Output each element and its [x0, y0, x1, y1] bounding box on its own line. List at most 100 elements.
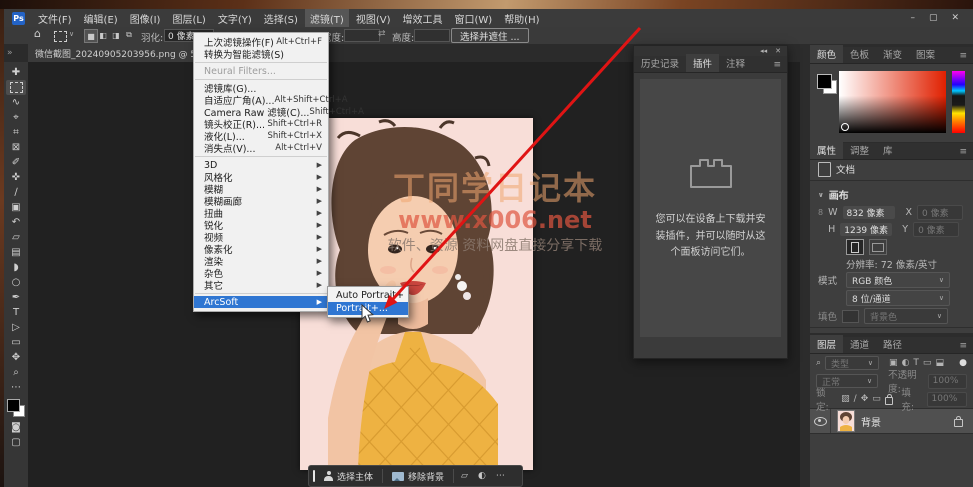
layer-fill-value[interactable]: 100%	[927, 392, 967, 407]
swap-dimensions-icon[interactable]: ⇄	[378, 29, 386, 39]
foreground-color-swatch[interactable]	[7, 399, 20, 412]
shape-tool[interactable]: ▭	[6, 335, 26, 350]
tab-plugins[interactable]: 插件	[686, 54, 719, 72]
selection-add-icon[interactable]: ◧	[97, 29, 109, 41]
marquee-chevron-icon[interactable]: ∨	[69, 30, 74, 38]
zoom-tool[interactable]: ⌕	[6, 365, 26, 380]
tab-notes[interactable]: 注释	[719, 54, 752, 72]
menu-filter[interactable]: 滤镜(T)	[305, 9, 349, 28]
foreground-color-swatch[interactable]	[817, 74, 832, 89]
healing-brush-tool[interactable]: ✜	[6, 170, 26, 185]
tab-layers[interactable]: 图层	[810, 335, 843, 353]
menu-help[interactable]: 帮助(H)	[499, 9, 544, 28]
brush-tool[interactable]: ∕	[6, 185, 26, 200]
pen-tool[interactable]: ✒	[6, 290, 26, 305]
submenu-item-auto-portrait[interactable]: Auto Portrait+	[328, 289, 408, 302]
tab-adjustments[interactable]: 调整	[843, 141, 876, 159]
tab-properties[interactable]: 属性	[810, 141, 843, 159]
hand-tool[interactable]: ✥	[6, 350, 26, 365]
panel-menu-icon[interactable]: ≡	[767, 58, 787, 72]
menu-window[interactable]: 窗口(W)	[449, 9, 497, 28]
filter-shape-icon[interactable]: ▭	[923, 358, 932, 368]
color-panel-swatches[interactable]	[817, 74, 837, 94]
menu-item-arcsoft[interactable]: ArcSoft▶	[194, 296, 328, 308]
panel-menu-icon[interactable]: ≡	[953, 145, 973, 159]
menu-type[interactable]: 文字(Y)	[213, 9, 257, 28]
collapse-caret-icon[interactable]: ∨	[818, 191, 824, 199]
adjustment-icon[interactable]: ◐	[475, 471, 489, 481]
bit-depth-select[interactable]: 8 位/通道 ∨	[846, 290, 950, 306]
saturation-brightness-field[interactable]	[839, 71, 946, 133]
transform-icon[interactable]: ▱	[458, 471, 471, 481]
more-options-icon[interactable]: ⋯	[493, 471, 508, 481]
tab-history[interactable]: 历史记录	[634, 54, 686, 72]
panel-menu-icon[interactable]: ≡	[953, 339, 973, 353]
eye-icon[interactable]	[814, 417, 827, 426]
lock-transparency-icon[interactable]: ▨	[841, 394, 850, 404]
home-icon[interactable]: ⌂	[34, 27, 41, 40]
edit-toolbar-button[interactable]: ⋯	[6, 380, 26, 395]
move-tool[interactable]: ✚	[6, 65, 26, 80]
collapse-panel-icon[interactable]: ◂◂	[760, 47, 767, 55]
link-dimensions-icon[interactable]: 8	[818, 208, 823, 217]
screen-mode-button[interactable]: ▢	[6, 435, 26, 450]
tab-libraries[interactable]: 库	[876, 141, 900, 159]
panel-menu-icon[interactable]: ≡	[953, 49, 973, 63]
canvas-section-header[interactable]: ∨ 画布	[810, 183, 973, 204]
close-button[interactable]: ✕	[951, 13, 959, 23]
lasso-tool[interactable]: ∿	[6, 95, 26, 110]
dodge-tool[interactable]: ○	[6, 275, 26, 290]
menu-item-vanishing-point[interactable]: 消失点(V)...Alt+Ctrl+V	[194, 142, 328, 154]
tab-overflow-icon[interactable]: »	[7, 48, 12, 58]
close-panel-icon[interactable]: ✕	[775, 47, 781, 55]
orientation-portrait-button[interactable]	[846, 239, 864, 255]
width-input[interactable]	[344, 29, 380, 42]
filter-type-select[interactable]: 类型 ∨	[825, 356, 879, 370]
marquee-tool[interactable]	[6, 80, 26, 95]
type-tool[interactable]: T	[6, 305, 26, 320]
selection-intersect-icon[interactable]: ⧉	[123, 29, 135, 41]
orientation-landscape-button[interactable]	[869, 239, 887, 255]
eyedropper-tool[interactable]: ✐	[6, 155, 26, 170]
menu-view[interactable]: 视图(V)	[351, 9, 396, 28]
blur-tool[interactable]: ◗	[6, 260, 26, 275]
maximize-button[interactable]: ▢	[929, 13, 938, 23]
menu-edit[interactable]: 编辑(E)	[79, 9, 123, 28]
tab-color[interactable]: 颜色	[810, 45, 843, 63]
lock-artboard-icon[interactable]: ▭	[872, 394, 881, 404]
filter-toggle-icon[interactable]: ●	[959, 358, 967, 368]
tab-swatches[interactable]: 色板	[843, 45, 876, 63]
remove-background-button[interactable]: 移除背景	[387, 470, 449, 483]
history-brush-tool[interactable]: ↶	[6, 215, 26, 230]
color-field-cursor[interactable]	[841, 123, 849, 131]
minimize-button[interactable]: –	[910, 13, 915, 23]
quick-mask-button[interactable]: ◙	[6, 420, 26, 435]
menu-file[interactable]: 文件(F)	[33, 9, 77, 28]
submenu-item-portrait[interactable]: Portrait+...	[328, 302, 408, 315]
clone-stamp-tool[interactable]: ▣	[6, 200, 26, 215]
selection-new-icon[interactable]: ■	[84, 29, 98, 43]
canvas-width-value[interactable]: 832 像素	[843, 206, 895, 219]
layer-thumbnail[interactable]	[837, 410, 855, 432]
hue-slider[interactable]	[952, 71, 965, 133]
selection-subtract-icon[interactable]: ◨	[110, 29, 122, 41]
crop-tool[interactable]: ⌗	[6, 125, 26, 140]
lock-move-icon[interactable]: ✥	[861, 394, 869, 404]
frame-tool[interactable]: ⊠	[6, 140, 26, 155]
height-input[interactable]	[414, 29, 450, 42]
tab-paths[interactable]: 路径	[876, 335, 909, 353]
opacity-value[interactable]: 100%	[928, 374, 967, 389]
eraser-tool[interactable]: ▱	[6, 230, 26, 245]
tab-gradients[interactable]: 渐变	[876, 45, 909, 63]
menu-plugins[interactable]: 增效工具	[397, 9, 447, 28]
tab-channels[interactable]: 通道	[843, 335, 876, 353]
color-mode-select[interactable]: RGB 颜色 ∨	[846, 272, 950, 288]
marquee-option-icon[interactable]	[54, 31, 67, 42]
menu-layer[interactable]: 图层(L)	[167, 9, 210, 28]
canvas-height-value[interactable]: 1239 像素	[840, 223, 892, 236]
select-subject-button[interactable]: 选择主体	[319, 470, 378, 483]
filter-smart-object-icon[interactable]: ⬓	[935, 358, 944, 368]
tab-patterns[interactable]: 图案	[909, 45, 942, 63]
object-selection-tool[interactable]: ⌖	[6, 110, 26, 125]
menu-image[interactable]: 图像(I)	[125, 9, 166, 28]
